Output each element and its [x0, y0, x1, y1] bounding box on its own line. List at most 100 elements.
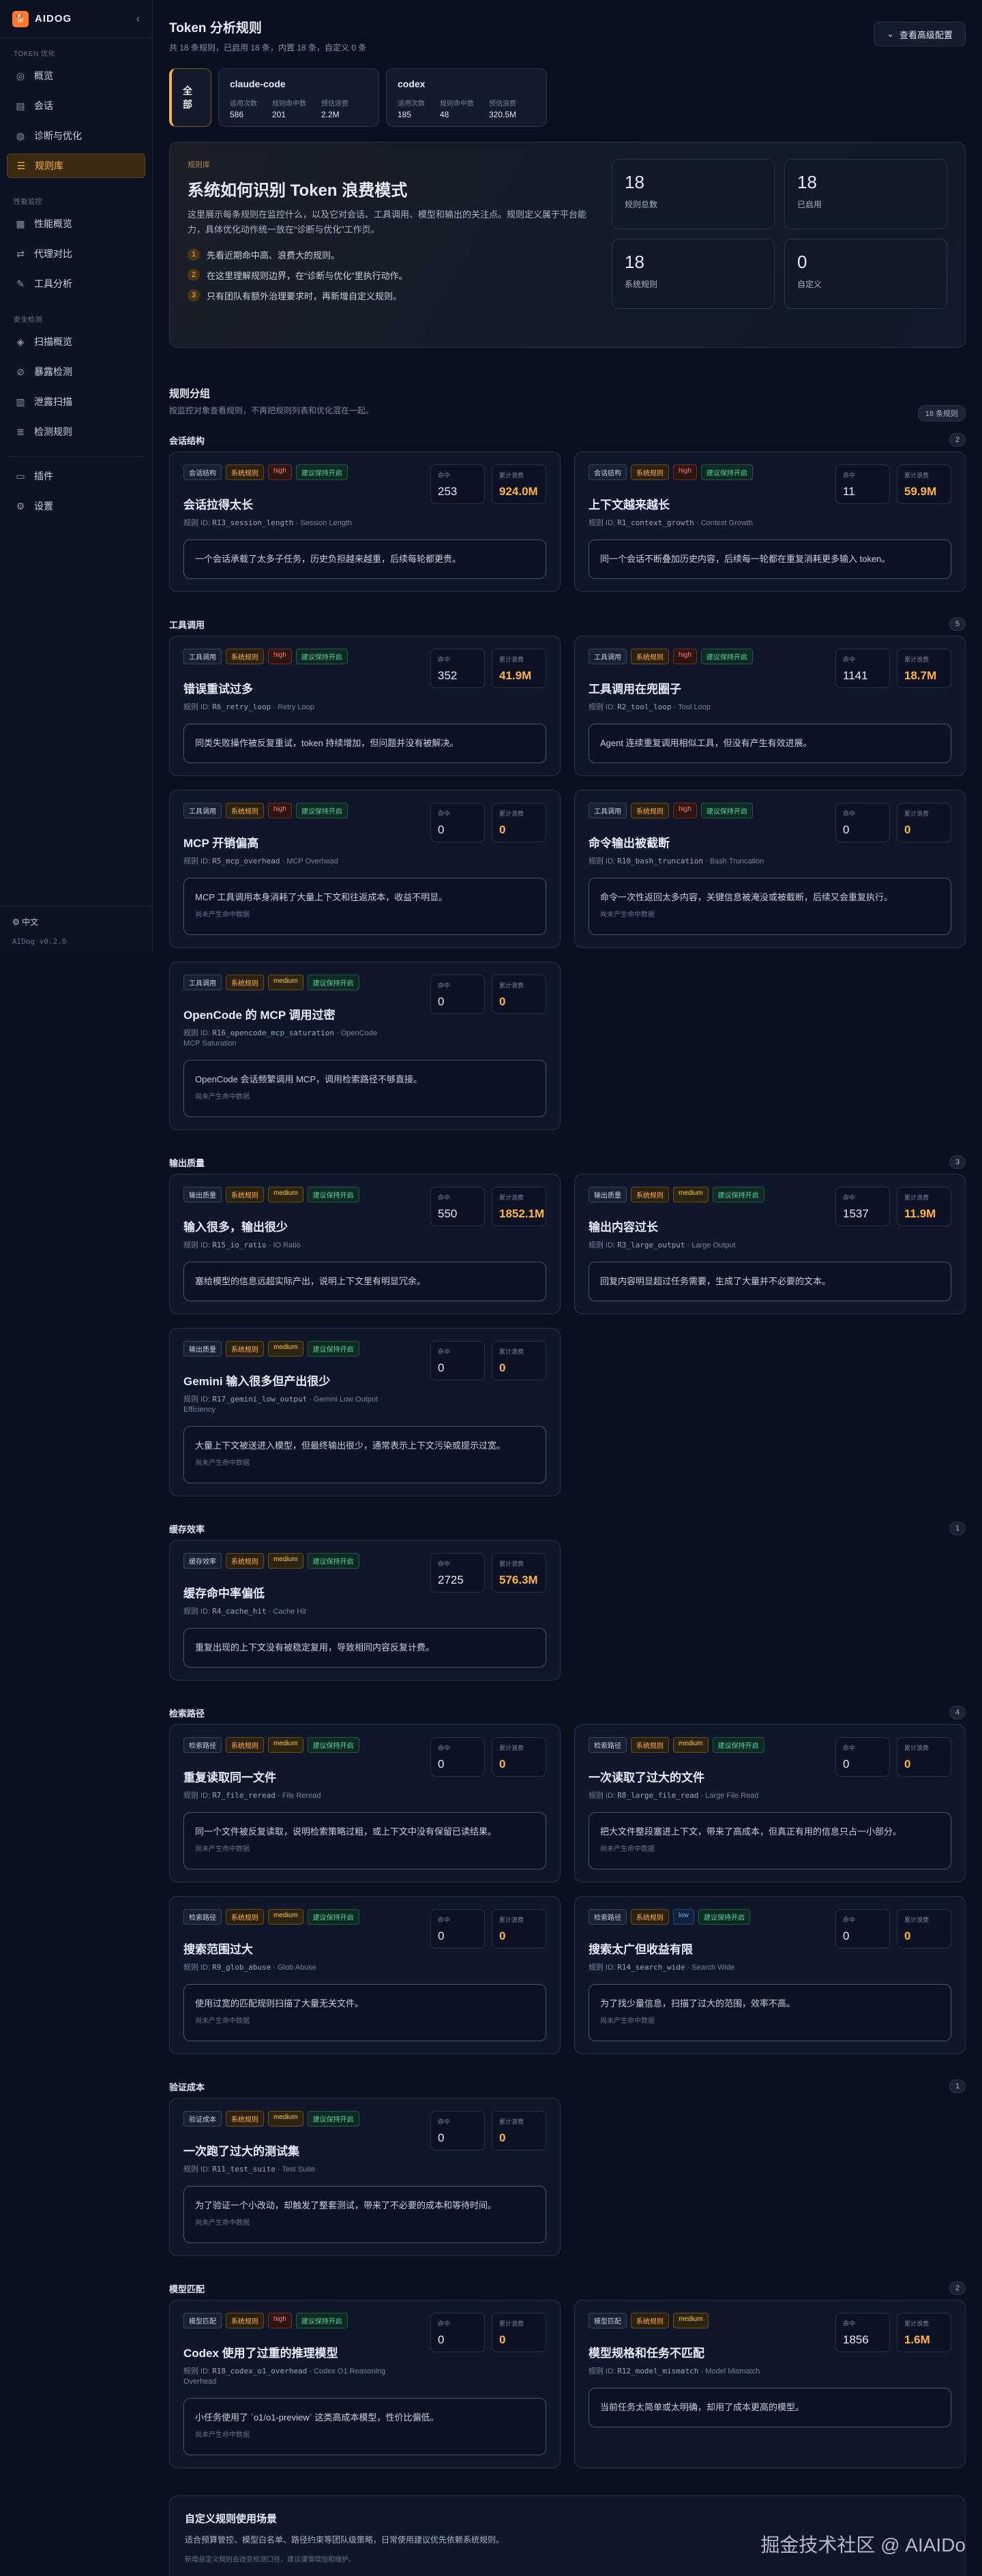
rule-card[interactable]: 检索路径 系统规则 medium 建议保持开启 一次读取了过大的文件 规则 ID: R8_…: [574, 1724, 966, 1882]
enabled-tag: 建议保持开启: [307, 1737, 359, 1753]
rule-description: Agent 连续重复调用相似工具，但没有产生有效进展。: [589, 724, 951, 763]
rule-card[interactable]: 会话结构 系统规则 high 建议保持开启 会话拉得太长 规则 ID: R13_sessi…: [169, 451, 561, 592]
sidebar-item[interactable]: ☰ 规则库: [7, 153, 145, 178]
waste-label: 累计浪费: [904, 472, 929, 479]
waste-box: 累计浪费 0: [492, 2313, 546, 2352]
advanced-config-button[interactable]: ⌄ 查看高级配置: [874, 22, 966, 46]
waste-label: 累计浪费: [904, 1745, 929, 1751]
hits-value: 0: [438, 2333, 445, 2346]
group-tag: 输出质量: [183, 1187, 222, 1202]
rule-card[interactable]: 模型匹配 系统规则 high 建议保持开启 Codex 使用了过重的推理模型 规则 ID:…: [169, 2300, 561, 2468]
no-history-note: 尚未产生命中数据: [195, 2431, 250, 2439]
rule-groups-title: 规则分组: [169, 388, 211, 400]
group-tag: 输出质量: [589, 1187, 627, 1202]
rule-card[interactable]: 工具调用 系统规则 high 建议保持开启 MCP 开销偏高 规则 ID: R5_mcp_…: [169, 790, 561, 948]
rule-card[interactable]: 验证成本 系统规则 medium 建议保持开启 一次跑了过大的测试集 规则 ID: R11…: [169, 2098, 561, 2256]
enabled-tag: 建议保持开启: [295, 2313, 348, 2328]
hero-stat-card: 18 规则总数: [612, 159, 775, 229]
rule-description-text: 命令一次性返回太多内容，关键信息被淹没或被截断，后续又会重复执行。: [600, 892, 893, 902]
system-rule-tag: 系统规则: [631, 464, 669, 480]
nav-icon: ▥: [16, 396, 25, 407]
rule-meta: 规则 ID: R10_bash_truncation · Bash Trunca…: [589, 857, 764, 865]
rule-id: R3_large_output: [617, 1241, 685, 1249]
waste-box: 累计浪费 18.7M: [897, 649, 951, 688]
rule-description-text: 使用过宽的匹配规则扫描了大量无关文件。: [195, 1998, 364, 2009]
rule-card[interactable]: 模型匹配 系统规则 medium 模型规格和任务不匹配 规则 ID: R12_model…: [574, 2300, 966, 2468]
rule-group-name: 验证成本: [169, 2082, 205, 2092]
sidebar-item[interactable]: ▥ 泄露扫描: [7, 389, 145, 414]
hits-value: 0: [438, 823, 445, 836]
sidebar-item[interactable]: ≣ 检测规则: [7, 419, 145, 444]
rule-id-prefix: 规则 ID:: [183, 1608, 211, 1616]
rule-card[interactable]: 输出质量 系统规则 medium 建议保持开启 Gemini 输入很多但产出很少 规则 I…: [169, 1328, 561, 1496]
rule-description: 命令一次性返回太多内容，关键信息被淹没或被截断，后续又会重复执行。 尚未产生命中数…: [589, 878, 951, 935]
agent-filter-card[interactable]: codex 适用次数 185 规则命中数 48 预估浪费 320.5M: [386, 68, 547, 127]
rule-description-text: 为了找少量信息，扫描了过大的范围，效率不高。: [600, 1998, 796, 2009]
rule-card[interactable]: 检索路径 系统规则 medium 建议保持开启 重复读取同一文件 规则 ID: R7_fi…: [169, 1724, 561, 1882]
nav-icon: ◎: [16, 70, 25, 81]
rule-description-text: 同类失败操作被反复重试，token 持续增加，但问题并没有被解决。: [195, 738, 459, 748]
waste-value: 0: [499, 1361, 506, 1374]
language-switch[interactable]: ⚙ 中文: [12, 916, 140, 928]
hits-value: 550: [438, 1207, 458, 1220]
waste-label: 累计浪费: [499, 810, 524, 817]
rule-card[interactable]: 输出质量 系统规则 medium 建议保持开启 输出内容过长 规则 ID: R3_larg…: [574, 1174, 966, 1314]
rule-group-name: 输出质量: [169, 1157, 205, 1168]
rule-card[interactable]: 会话结构 系统规则 high 建议保持开启 上下文越来越长 规则 ID: R1_conte…: [574, 451, 966, 592]
rule-group-header: 输出质量 3: [169, 1155, 966, 1170]
rule-english-name: Session Length: [300, 519, 353, 527]
rule-card[interactable]: 缓存效率 系统规则 medium 建议保持开启 缓存命中率偏低 规则 ID: R4_cac…: [169, 1540, 561, 1681]
nav-icon: ⇄: [16, 248, 25, 259]
waste-label: 累计浪费: [904, 656, 929, 663]
sidebar-item[interactable]: ⊘ 暴露检测: [7, 359, 145, 384]
rule-card[interactable]: 检索路径 系统规则 medium 建议保持开启 搜索范围过大 规则 ID: R9_glob…: [169, 1896, 561, 2054]
rule-card[interactable]: 输出质量 系统规则 medium 建议保持开启 输入很多，输出很少 规则 ID: R15_…: [169, 1174, 561, 1314]
system-rule-tag: 系统规则: [631, 2313, 669, 2328]
hits-box: 命中 11: [835, 464, 890, 504]
sidebar-item[interactable]: ⚙ 设置: [7, 494, 145, 518]
sidebar-footer: ⚙ 中文 AIDog v0.2.0: [0, 906, 152, 956]
rule-meta: 规则 ID: R2_tool_loop · Tool Loop: [589, 702, 711, 711]
severity-tag: medium: [673, 2313, 709, 2328]
sidebar-item[interactable]: ◎ 概览: [7, 63, 145, 88]
sidebar-item[interactable]: ⇄ 代理对比: [7, 241, 145, 266]
rule-card[interactable]: 检索路径 系统规则 low 建议保持开启 搜索太广但收益有限 规则 ID: R14_sea…: [574, 1896, 966, 2054]
rule-cards: 模型匹配 系统规则 high 建议保持开启 Codex 使用了过重的推理模型 规则 ID:…: [169, 2300, 966, 2468]
hits-value: 2725: [438, 1573, 464, 1586]
rule-meta: 规则 ID: R5_mcp_overhead · MCP Overhead: [183, 857, 338, 865]
agent-stats: 适用次数 185 规则命中数 48 预估浪费 320.5M: [398, 98, 535, 119]
sidebar-item[interactable]: ▦ 性能概览: [7, 211, 145, 236]
hits-value: 0: [438, 1929, 445, 1942]
no-history-note: 尚未产生命中数据: [195, 2017, 250, 2025]
rule-id: R12_model_mismatch: [617, 2367, 699, 2375]
system-rule-tag: 系统规则: [226, 464, 264, 480]
rule-description-text: 大量上下文被送进入模型，但最终输出很少，通常表示上下文污染或提示过宽。: [195, 1440, 506, 1451]
sidebar-item[interactable]: ✎ 工具分析: [7, 271, 145, 296]
collapse-sidebar-icon[interactable]: ‹: [136, 13, 140, 25]
agent-filter-card[interactable]: claude-code 适用次数 586 规则命中数 201 预估浪费 2.2M: [218, 68, 379, 127]
rule-card[interactable]: 工具调用 系统规则 high 建议保持开启 工具调用在兜圈子 规则 ID: R2_tool…: [574, 636, 966, 776]
agent-stat-label: 适用次数: [230, 100, 257, 108]
rule-id: R2_tool_loop: [617, 702, 672, 711]
severity-tag: high: [268, 464, 292, 480]
sidebar-item[interactable]: ▭ 插件: [7, 464, 145, 488]
rule-card[interactable]: 工具调用 系统规则 high 建议保持开启 错误重试过多 规则 ID: R6_retry_…: [169, 636, 561, 776]
system-rule-tag: 系统规则: [631, 1737, 669, 1753]
rule-metrics: 命中 0 累计浪费 0: [835, 803, 951, 842]
rule-card[interactable]: 工具调用 系统规则 high 建议保持开启 命令输出被截断 规则 ID: R10_bash…: [574, 790, 966, 948]
rule-metrics: 命中 253 累计浪费 924.0M: [430, 464, 546, 504]
sidebar-item[interactable]: ▤ 会话: [7, 93, 145, 118]
rule-card[interactable]: 工具调用 系统规则 medium 建议保持开启 OpenCode 的 MCP 调用过密规…: [169, 962, 561, 1130]
rule-id: R7_file_reread: [212, 1791, 276, 1800]
sidebar-item[interactable]: ◍ 诊断与优化: [7, 123, 145, 148]
rule-metrics: 命中 11 累计浪费 59.9M: [835, 464, 951, 504]
waste-box: 累计浪费 1.6M: [897, 2313, 951, 2352]
rule-group-name: 检索路径: [169, 1708, 205, 1719]
agent-stat-label: 预估浪费: [321, 100, 348, 108]
sidebar-item[interactable]: ◈ 扫描概览: [7, 329, 145, 354]
hits-value: 1537: [843, 1207, 869, 1220]
hits-label: 命中: [843, 1916, 856, 1923]
rule-description: 同类失败操作被反复重试，token 持续增加，但问题并没有被解决。: [183, 724, 546, 763]
agent-filter-all[interactable]: 全部: [169, 68, 211, 127]
agent-stat-value: 586: [230, 110, 244, 119]
